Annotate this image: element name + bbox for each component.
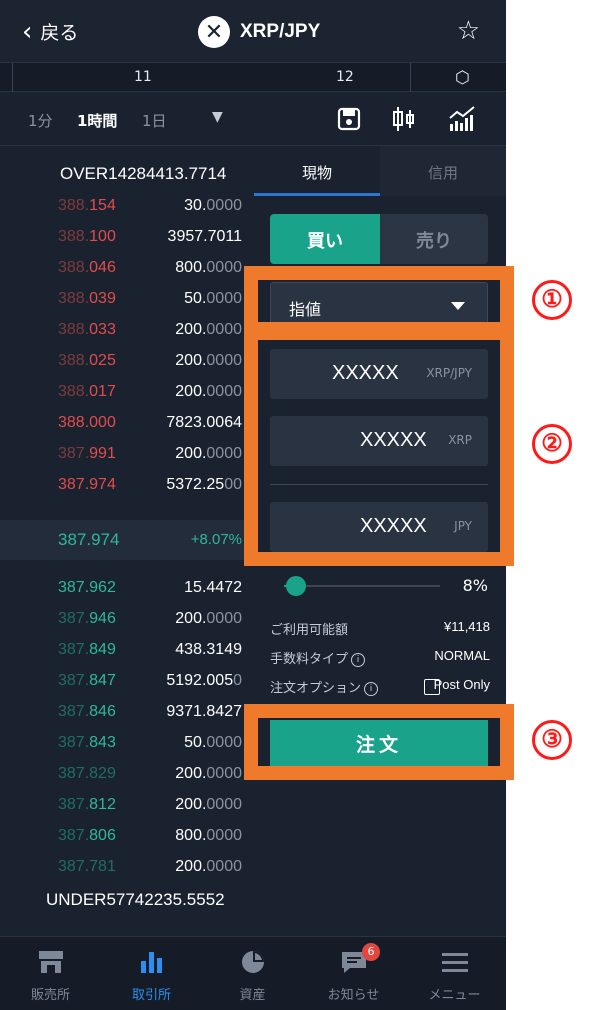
bid-row[interactable]: 387.829 200.0000 [0, 759, 254, 790]
last-price-row: 387.974 +8.07% [0, 520, 254, 560]
interval-bar: 1分 1時間 1日 ▼ [0, 92, 506, 146]
amount-slider[interactable] [284, 585, 440, 587]
price-change: +8.07% [190, 531, 242, 548]
ask-row[interactable]: 388.000 7823.0064 [0, 408, 254, 439]
pair-name: XRP/JPY [240, 21, 321, 42]
order-tabs: 現物 信用 [254, 146, 506, 196]
timeline-divider [410, 63, 411, 93]
slider-percent: 8% [462, 576, 488, 595]
chevron-left-icon: ‹ [22, 16, 33, 47]
nav-label: 販売所 [30, 988, 70, 1003]
ask-row[interactable]: 388.100 3957.7011 [0, 222, 254, 253]
slider-handle[interactable] [286, 576, 307, 596]
interval-1hour[interactable]: 1時間 [77, 110, 117, 131]
pie-chart-icon [242, 951, 264, 973]
fee-label: 手数料タイプ [270, 652, 349, 667]
ask-row[interactable]: 387.991 200.0000 [0, 439, 254, 470]
nav-item-menu[interactable]: メニュー [404, 937, 505, 1010]
chart-timeline: 11 12 ⬡ [0, 62, 506, 93]
orderbook-over: OVER14284413.7714 [60, 164, 227, 183]
hamburger-menu-icon [442, 953, 468, 972]
bid-row[interactable]: 387.946 200.0000 [0, 604, 254, 635]
available-row: ご利用可能額 ¥11,418 [270, 619, 490, 639]
nav-item-notices[interactable]: 6 お知らせ [303, 937, 404, 1010]
fee-row: 手数料タイプ i NORMAL [270, 648, 490, 668]
buy-button[interactable]: 買い [270, 214, 380, 264]
info-icon[interactable]: i [351, 653, 366, 667]
last-price: 387.974 [58, 530, 120, 549]
nav-label: メニュー [428, 988, 481, 1003]
bid-row[interactable]: 387.847 5192.0050 [0, 666, 254, 697]
order-book: OVER14284413.7714 388.154 30.0000 388.10… [0, 146, 254, 936]
orderbook-under: UNDER57742235.5552 [46, 890, 225, 909]
bid-row[interactable]: 387.806 800.0000 [0, 821, 254, 852]
bid-row[interactable]: 387.962 15.4472 [0, 573, 254, 604]
post-only-label: Post Only [433, 677, 490, 692]
nav-label: お知らせ [327, 988, 380, 1003]
save-icon[interactable] [334, 104, 364, 134]
info-icon[interactable]: i [364, 682, 379, 696]
sell-button[interactable]: 売り [380, 214, 488, 264]
option-label: 注文オプション [270, 681, 362, 696]
xrp-logo-icon: ✕ [198, 16, 230, 48]
nav-item-exchange[interactable]: 取引所 [101, 937, 202, 1010]
interval-dropdown-icon[interactable]: ▼ [212, 109, 223, 125]
pair-title: ✕ XRP/JPY [198, 16, 320, 48]
timeline-label: 12 [336, 69, 354, 85]
hexagon-settings-icon[interactable]: ⬡ [455, 68, 470, 88]
back-label: 戻る [40, 22, 79, 44]
highlight-order-button [244, 704, 514, 780]
timeline-label: 11 [134, 69, 152, 85]
store-icon [39, 951, 63, 973]
fee-value: NORMAL [434, 648, 490, 663]
bid-row[interactable]: 387.781 200.0000 [0, 852, 254, 883]
option-row: 注文オプション i Post Only [270, 677, 490, 697]
available-value: ¥11,418 [443, 619, 490, 634]
nav-label: 資産 [239, 988, 266, 1003]
back-button[interactable]: ‹ 戻る [22, 18, 78, 45]
nav-label: 取引所 [131, 988, 171, 1003]
ask-row[interactable]: 388.017 200.0000 [0, 377, 254, 408]
bid-row[interactable]: 387.846 9371.8427 [0, 697, 254, 728]
tab-spot[interactable]: 現物 [254, 146, 380, 196]
header: ‹ 戻る ✕ XRP/JPY ☆ [0, 0, 506, 62]
available-label: ご利用可能額 [270, 623, 349, 638]
annotation-marker-3: ③ [532, 720, 572, 760]
highlight-inputs [244, 326, 514, 566]
interval-1min[interactable]: 1分 [28, 110, 53, 131]
ask-row[interactable]: 388.046 800.0000 [0, 253, 254, 284]
bid-row[interactable]: 387.849 438.3149 [0, 635, 254, 666]
tab-margin[interactable]: 信用 [380, 146, 506, 196]
nav-item-assets[interactable]: 資産 [202, 937, 303, 1010]
candlestick-icon[interactable] [389, 104, 419, 134]
bid-row[interactable]: 387.812 200.0000 [0, 790, 254, 821]
indicator-chart-icon[interactable] [447, 104, 477, 134]
bid-row[interactable]: 387.843 50.0000 [0, 728, 254, 759]
timeline-divider [12, 63, 13, 93]
side-toggle: 買い 売り [270, 214, 488, 264]
ask-row[interactable]: 388.025 200.0000 [0, 346, 254, 377]
annotation-marker-1: ① [532, 280, 572, 320]
bar-chart-icon [141, 952, 162, 973]
ask-row[interactable]: 387.974 5372.2500 [0, 470, 254, 501]
ask-row[interactable]: 388.039 50.0000 [0, 284, 254, 315]
nav-item-store[interactable]: 販売所 [0, 937, 101, 1010]
ask-row[interactable]: 388.154 30.0000 [0, 191, 254, 222]
bottom-nav: 販売所 取引所 資産 6 お知らせ メニュー [0, 936, 506, 1010]
ask-row[interactable]: 388.033 200.0000 [0, 315, 254, 346]
star-icon[interactable]: ☆ [457, 16, 480, 46]
annotation-marker-2: ② [532, 424, 572, 464]
interval-1day[interactable]: 1日 [142, 110, 167, 131]
notification-badge: 6 [362, 943, 380, 961]
